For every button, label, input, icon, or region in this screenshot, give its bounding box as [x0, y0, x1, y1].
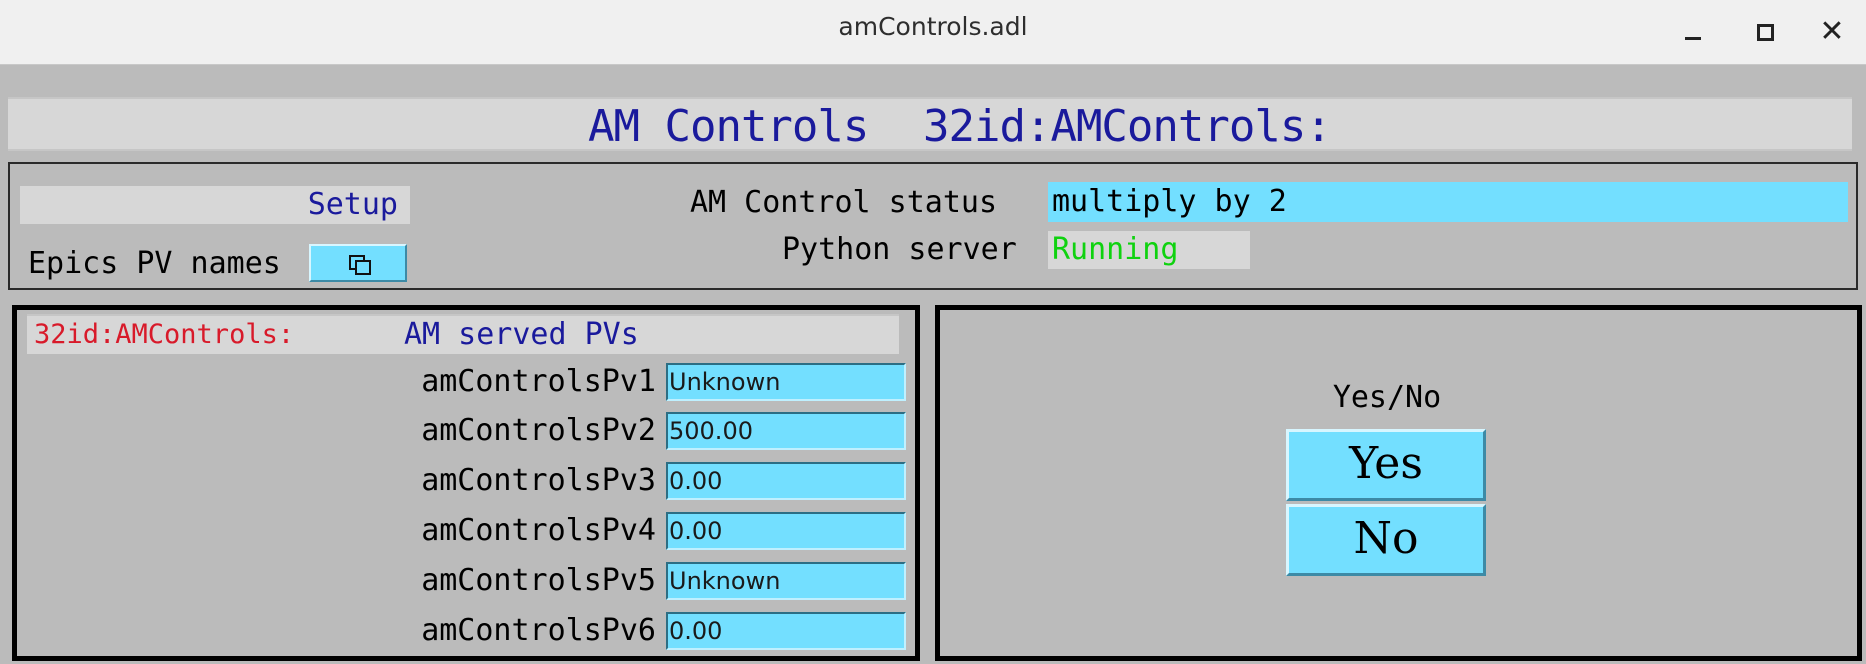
maximize-button[interactable] — [1742, 10, 1786, 54]
pv-row-input[interactable]: Unknown — [666, 363, 906, 401]
pv-row-label: amControlsPv1 — [421, 364, 656, 399]
pv-row-input[interactable]: 0.00 — [666, 612, 906, 650]
pv-row-input[interactable]: 0.00 — [666, 462, 906, 500]
pv-prefix: 32id:AMControls: — [34, 319, 295, 350]
pv-row-label: amControlsPv2 — [421, 413, 656, 448]
title-banner: AM Controls 32id:AMControls: — [8, 97, 1852, 152]
close-icon: ✕ — [1819, 14, 1845, 49]
close-button[interactable]: ✕ — [1810, 10, 1854, 54]
window-title: amControls.adl — [838, 12, 1028, 41]
minimize-button[interactable] — [1672, 10, 1716, 54]
pv-row-label: amControlsPv5 — [421, 563, 656, 598]
banner-prefix: 32id:AMControls: — [923, 101, 1332, 152]
pv-row-input[interactable]: Unknown — [666, 562, 906, 600]
yes-button[interactable]: Yes — [1286, 429, 1486, 501]
epics-pv-names-button[interactable] — [309, 244, 407, 282]
python-server-status: Running — [1048, 231, 1250, 269]
related-display-icon-back — [355, 260, 371, 275]
pv-row-input[interactable]: 0.00 — [666, 512, 906, 550]
epics-pv-names-label: Epics PV names — [28, 246, 281, 281]
pv-row-label: amControlsPv6 — [421, 613, 656, 648]
yes-no-label: Yes/No — [1332, 380, 1442, 415]
minimize-icon — [1685, 37, 1701, 40]
setup-label: Setup — [20, 186, 410, 224]
no-button[interactable]: No — [1286, 504, 1486, 576]
pv-row-input[interactable]: 500.00 — [666, 412, 906, 450]
pv-panel-header: 32id:AMControls: AM served PVs — [27, 314, 899, 354]
maximize-icon — [1757, 24, 1774, 41]
am-control-status-value: multiply by 2 — [1048, 182, 1848, 222]
window-titlebar: amControls.adl ✕ — [0, 0, 1866, 65]
pv-row-label: amControlsPv3 — [421, 463, 656, 498]
banner-title: AM Controls — [588, 101, 869, 152]
pv-row-label: amControlsPv4 — [421, 513, 656, 548]
python-server-label: Python server — [782, 232, 1017, 267]
pv-panel-title: AM served PVs — [404, 317, 639, 352]
am-control-status-label: AM Control status — [690, 185, 998, 220]
